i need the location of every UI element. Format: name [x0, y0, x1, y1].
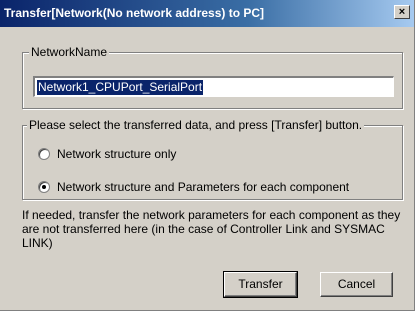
radio-label: Network structure and Parameters for eac…	[57, 180, 350, 194]
window-title: Transfer[Network(No network address) to …	[4, 6, 265, 20]
network-name-group: NetworkName Network1_CPUPort_SerialPort	[22, 45, 403, 109]
network-name-value: Network1_CPUPort_SerialPort	[37, 80, 204, 95]
close-icon[interactable]: ×	[394, 5, 410, 19]
transfer-data-legend: Please select the transferred data, and …	[27, 118, 365, 132]
transfer-dialog: Transfer[Network(No network address) to …	[0, 0, 415, 311]
cancel-button[interactable]: Cancel	[320, 272, 393, 297]
radio-label: Network structure only	[57, 147, 177, 161]
radio-dot-icon	[42, 185, 46, 189]
radio-network-structure-and-parameters[interactable]: Network structure and Parameters for eac…	[38, 179, 398, 195]
network-name-input[interactable]: Network1_CPUPort_SerialPort	[33, 76, 394, 97]
info-text: If needed, transfer the network paramete…	[22, 208, 401, 250]
transfer-data-group: Please select the transferred data, and …	[22, 118, 403, 200]
radio-button-icon[interactable]	[38, 148, 50, 160]
transfer-button[interactable]: Transfer	[223, 271, 298, 298]
network-name-legend: NetworkName	[29, 45, 110, 59]
radio-button-selected-icon[interactable]	[38, 181, 50, 193]
title-bar[interactable]: Transfer[Network(No network address) to …	[0, 0, 414, 27]
radio-network-structure-only[interactable]: Network structure only	[38, 146, 378, 162]
